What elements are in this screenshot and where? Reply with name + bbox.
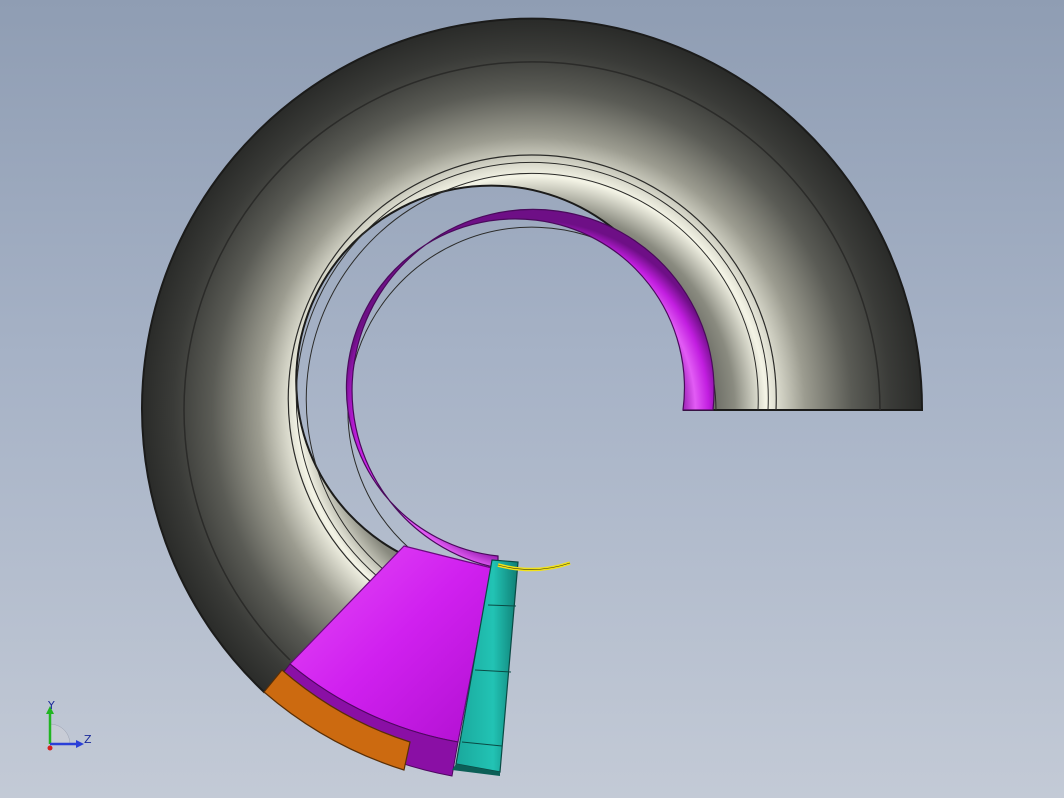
tire-body[interactable]	[141, 17, 924, 694]
x-axis-dot	[47, 745, 53, 751]
z-axis-label: Z	[84, 733, 92, 746]
model-view[interactable]	[0, 0, 1064, 798]
triad-plane	[49, 723, 71, 745]
coordinate-triad: Y Z	[46, 699, 92, 751]
z-axis-head	[76, 740, 84, 748]
graphics-viewport[interactable]: Y Z	[0, 0, 1064, 798]
rim-ring[interactable]	[345, 208, 715, 569]
y-axis-label: Y	[47, 699, 55, 712]
